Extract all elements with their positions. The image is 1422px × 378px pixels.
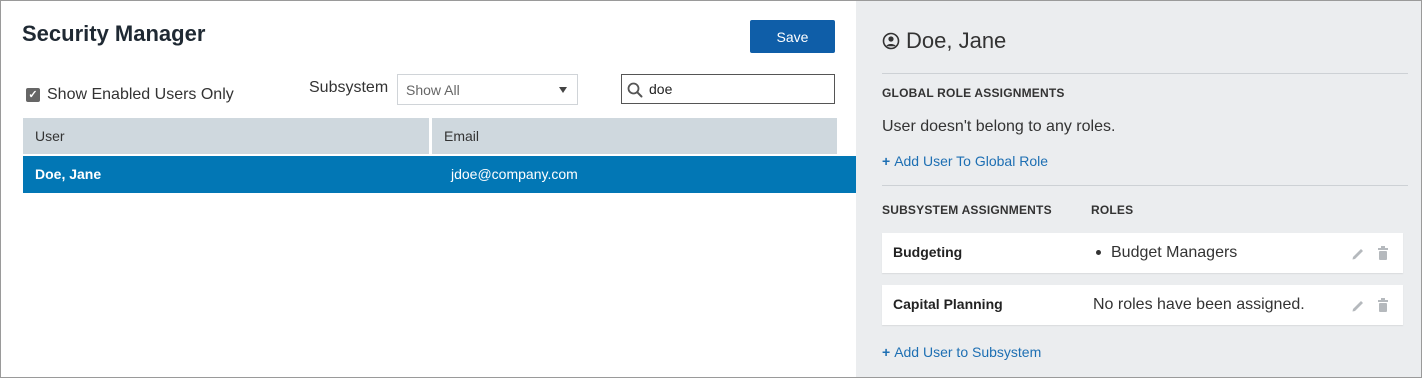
search-icon: [627, 82, 643, 98]
assignment-role-label: Budget Managers: [1111, 244, 1238, 261]
assignment-role: No roles have been assigned.: [1093, 296, 1305, 313]
search-input-value: doe: [649, 81, 673, 97]
user-name: Doe, Jane: [906, 28, 1007, 53]
add-global-role-link[interactable]: + Add User To Global Role: [882, 153, 1048, 169]
page-title: Security Manager: [22, 21, 206, 46]
assignment-row: Capital Planning No roles have been assi…: [882, 285, 1403, 325]
user-detail-pane: Doe, Jane GLOBAL ROLE ASSIGNMENTS User d…: [856, 1, 1421, 377]
users-pane: Security Manager Save ✓ Show Enabled Use…: [1, 1, 856, 377]
subsystem-select[interactable]: Show All: [397, 74, 578, 105]
user-circle-icon: [882, 32, 900, 50]
divider: [882, 185, 1408, 186]
show-enabled-toggle[interactable]: ✓ Show Enabled Users Only: [26, 86, 234, 104]
subsystem-assignments-header: SUBSYSTEM ASSIGNMENTS: [882, 203, 1052, 217]
user-heading: Doe, Jane: [882, 28, 1006, 54]
pencil-icon[interactable]: [1351, 297, 1365, 313]
bullet: [1096, 250, 1101, 256]
subsystem-label: Subsystem: [309, 79, 389, 96]
global-role-header: GLOBAL ROLE ASSIGNMENTS: [882, 86, 1065, 100]
column-header-user[interactable]: User: [23, 118, 429, 154]
assignment-role: Budget Managers: [1096, 244, 1237, 262]
show-enabled-label: Show Enabled Users Only: [47, 86, 234, 103]
pencil-icon[interactable]: [1351, 245, 1365, 261]
roles-header: ROLES: [1091, 203, 1134, 217]
email-cell: jdoe@company.com: [451, 166, 578, 182]
divider: [882, 73, 1408, 74]
chevron-down-icon: [559, 87, 567, 93]
assignment-subsystem: Capital Planning: [893, 296, 1003, 312]
checkbox-icon[interactable]: ✓: [26, 88, 40, 102]
security-manager-window: Security Manager Save ✓ Show Enabled Use…: [0, 0, 1422, 378]
save-button[interactable]: Save: [750, 20, 835, 53]
subsystem-select-value: Show All: [406, 82, 460, 98]
user-cell: Doe, Jane: [35, 166, 102, 182]
plus-icon: +: [882, 344, 891, 360]
add-subsystem-link[interactable]: + Add User to Subsystem: [882, 344, 1041, 360]
search-input[interactable]: doe: [621, 74, 835, 104]
assignment-subsystem: Budgeting: [893, 244, 963, 260]
add-subsystem-label: Add User to Subsystem: [894, 344, 1042, 360]
plus-icon: +: [882, 153, 891, 169]
add-global-role-label: Add User To Global Role: [894, 153, 1049, 169]
global-role-message: User doesn't belong to any roles.: [882, 118, 1116, 135]
trash-icon[interactable]: [1376, 245, 1390, 261]
assignment-row: Budgeting Budget Managers: [882, 233, 1403, 273]
column-header-email[interactable]: Email: [432, 118, 837, 154]
trash-icon[interactable]: [1376, 297, 1390, 313]
table-row[interactable]: Doe, Jane jdoe@company.com: [23, 156, 856, 193]
